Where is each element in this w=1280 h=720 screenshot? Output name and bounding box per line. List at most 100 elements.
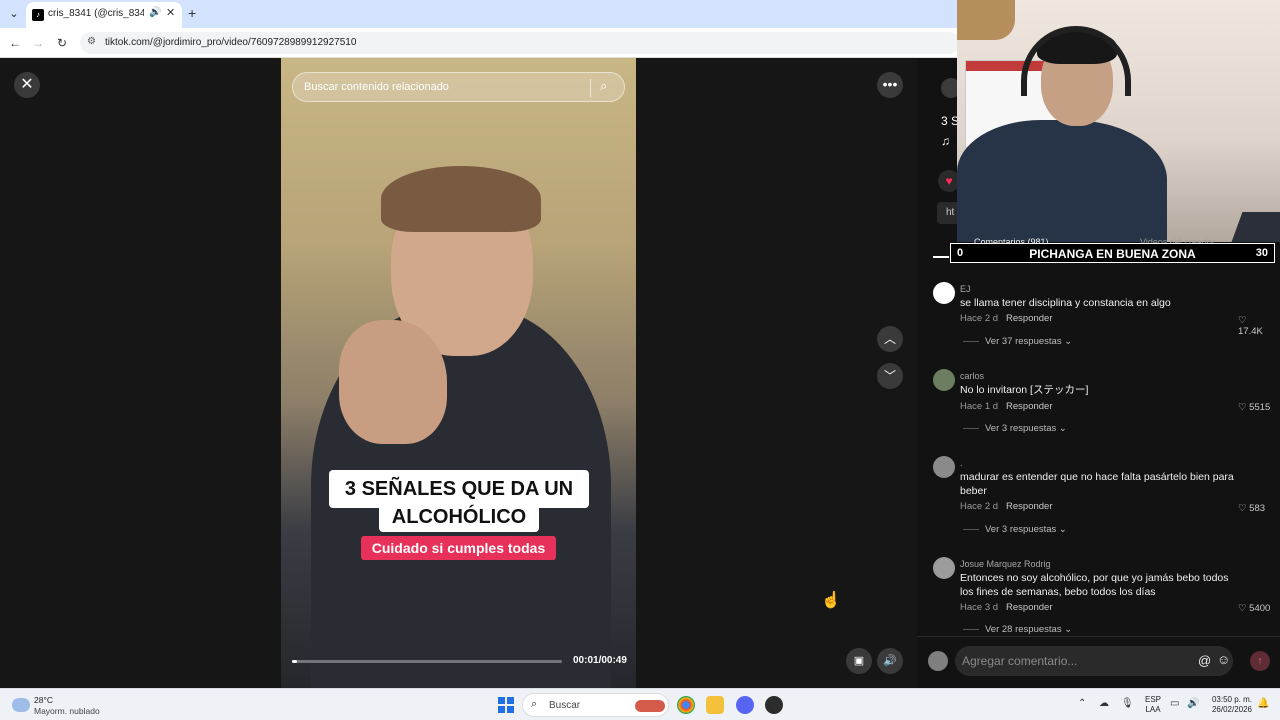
related-search-placeholder: Buscar contenido relacionado	[304, 81, 449, 93]
windows-start-icon[interactable]	[498, 697, 514, 713]
commenter-avatar[interactable]	[933, 557, 955, 579]
view-replies-label: Ver 37 respuestas	[985, 336, 1062, 347]
video-player[interactable]: Buscar contenido relacionado ⌕ 3 SEÑALES…	[281, 58, 636, 688]
reply-button[interactable]: Responder	[1006, 313, 1052, 324]
commenter-avatar[interactable]	[933, 369, 955, 391]
weather-description[interactable]: Mayorm. nublado	[34, 706, 100, 716]
view-replies-button[interactable]: Ver 28 respuestas ⌄	[963, 624, 1072, 635]
file-explorer-icon[interactable]	[706, 696, 724, 714]
view-replies-label: Ver 3 respuestas	[985, 423, 1057, 434]
search-divider	[590, 79, 591, 97]
cloud-sync-icon[interactable]: ☁	[1099, 698, 1109, 709]
clock-date: 26/02/2026	[1211, 705, 1252, 714]
reply-button[interactable]: Responder	[1006, 401, 1052, 412]
weather-temperature[interactable]: 28°C	[34, 695, 53, 705]
commenter-name[interactable]: carlos	[960, 371, 984, 381]
comment-likes[interactable]: ♡ 5515	[1238, 402, 1270, 413]
search-icon[interactable]: ⌕	[600, 78, 607, 94]
comment-input-bar: Agregar comentario... @ ☺ ↑	[917, 636, 1280, 688]
discord-icon[interactable]	[736, 696, 754, 714]
chevron-up-icon[interactable]: ⌃	[1078, 698, 1086, 709]
comment-likes[interactable]: ♡ 17.4K	[1238, 315, 1273, 337]
notification-icon[interactable]: 🔔	[1257, 698, 1269, 709]
emoji-icon[interactable]: ☺	[1217, 652, 1230, 667]
speaker-icon[interactable]: 🔊	[149, 7, 161, 18]
cat-photo	[957, 0, 1015, 40]
view-replies-label: Ver 3 respuestas	[985, 524, 1057, 535]
like-count: 5400	[1249, 603, 1271, 614]
video-stage: ✕ Buscar contenido relacionado ⌕ 3 SEÑAL…	[0, 58, 917, 688]
keyboard-layout: LAA	[1145, 705, 1161, 714]
comment-item: carlos No lo invitaron [ステッカー] Hace 1 d R…	[933, 369, 1273, 439]
comment-text: No lo invitaron [ステッカー]	[960, 384, 1089, 396]
comment-input[interactable]: Agregar comentario... @ ☺	[955, 646, 1233, 676]
tab-title: cris_8341 (@cris_8341) | Tik	[48, 8, 144, 19]
commenter-name[interactable]: .	[960, 458, 963, 468]
tiktok-icon: ♪	[32, 9, 44, 21]
comment-item: EJ se llama tener disciplina y constanci…	[933, 282, 1273, 352]
address-bar[interactable]: ⚙ tiktok.com/@jordimiro_pro/video/760972…	[80, 32, 960, 54]
user-avatar[interactable]	[928, 651, 948, 671]
language-indicator[interactable]: ESP LAA	[1145, 695, 1161, 715]
clock-time: 03:50 p. m.	[1211, 695, 1252, 704]
obs-icon[interactable]	[765, 696, 783, 714]
scoreboard-overlay: PICHANGA EN BUENA ZONA 0 30	[950, 243, 1275, 263]
video-progress-bar[interactable]	[292, 660, 562, 663]
more-options-button[interactable]: •••	[877, 72, 903, 98]
comment-text: se llama tener disciplina y constancia e…	[960, 297, 1171, 309]
comment-likes[interactable]: ♡ 583	[1238, 503, 1265, 514]
comment-meta: Hace 3 d Responder	[960, 602, 1053, 613]
floating-player-button[interactable]: ▣	[846, 648, 872, 674]
music-icon[interactable]: ♫	[941, 134, 950, 148]
commenter-avatar[interactable]	[933, 282, 955, 304]
comment-text: Entonces no soy alcohólico, por que yo j…	[960, 572, 1229, 598]
view-replies-button[interactable]: Ver 3 respuestas ⌄	[963, 524, 1067, 535]
taskbar-search[interactable]: ⌕ Buscar	[522, 693, 669, 717]
reply-button[interactable]: Responder	[1006, 501, 1052, 512]
new-tab-button[interactable]: +	[188, 5, 196, 21]
search-icon: ⌕	[531, 698, 538, 710]
language-code: ESP	[1145, 695, 1162, 704]
keyboard	[1231, 212, 1280, 242]
comment-time: Hace 3 d	[960, 602, 999, 613]
commenter-name[interactable]: Josue Marquez Rodrig	[960, 559, 1051, 569]
view-replies-button[interactable]: Ver 37 respuestas ⌄	[963, 336, 1072, 347]
browser-tab[interactable]: ♪ cris_8341 (@cris_8341) | Tik 🔊 ✕	[26, 2, 182, 28]
comment-time: Hace 1 d	[960, 401, 999, 412]
webcam-overlay	[957, 0, 1280, 242]
next-video-button[interactable]: ﹀	[877, 363, 903, 389]
forward-button[interactable]: →	[29, 34, 47, 52]
tab-search-chevron-icon[interactable]: ⌄	[4, 4, 24, 24]
volume-icon[interactable]: 🔊	[1187, 698, 1199, 709]
search-highlight-art	[635, 700, 665, 712]
comment-meta: Hace 1 d Responder	[960, 401, 1053, 412]
reload-button[interactable]: ↻	[53, 34, 71, 52]
volume-button[interactable]: 🔊	[877, 648, 903, 674]
windows-taskbar: 28°C Mayorm. nublado ⌕ Buscar ⌃ ☁ 🎙 ESP L…	[0, 688, 1280, 720]
back-button[interactable]: ←	[6, 34, 24, 52]
view-replies-button[interactable]: Ver 3 respuestas ⌄	[963, 423, 1067, 434]
reply-button[interactable]: Responder	[1006, 602, 1052, 613]
commenter-name[interactable]: EJ	[960, 284, 971, 294]
microphone-icon[interactable]: 🎙	[1121, 698, 1134, 709]
view-replies-label: Ver 28 respuestas	[985, 624, 1062, 635]
close-video-button[interactable]: ✕	[14, 72, 40, 98]
video-caption-subtitle: Cuidado si cumples todas	[361, 536, 556, 560]
video-time: 00:01/00:49	[573, 655, 627, 666]
send-comment-button[interactable]: ↑	[1250, 651, 1270, 671]
clock[interactable]: 03:50 p. m. 26/02/2026	[1208, 695, 1252, 715]
previous-video-button[interactable]: ︿	[877, 326, 903, 352]
comment-likes[interactable]: ♡ 5400	[1238, 603, 1270, 614]
cloud-icon[interactable]	[12, 698, 30, 712]
tab-close-icon[interactable]: ✕	[166, 6, 175, 19]
comment-item: . madurar es entender que no hace falta …	[933, 456, 1273, 540]
commenter-avatar[interactable]	[933, 456, 955, 478]
mention-icon[interactable]: @	[1198, 653, 1211, 668]
site-info-icon[interactable]: ⚙	[87, 36, 96, 47]
network-icon[interactable]: ▭	[1170, 698, 1179, 709]
comment-time: Hace 2 d	[960, 501, 999, 512]
comment-meta: Hace 2 d Responder	[960, 501, 1053, 512]
related-search-input[interactable]: Buscar contenido relacionado ⌕	[292, 72, 625, 102]
scoreboard-left: 0	[957, 247, 964, 259]
chrome-icon[interactable]	[677, 696, 695, 714]
